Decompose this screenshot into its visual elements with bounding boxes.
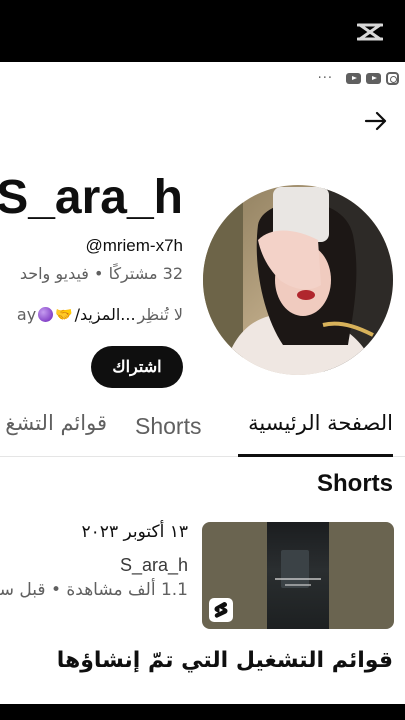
short-frame-caption — [275, 578, 321, 580]
short-date: ١٣ أكتوبر ٢٠٢٣ — [81, 522, 188, 542]
instagram-icon[interactable] — [386, 71, 399, 85]
short-meta: 1.1 ألف مشاهدة • قبل سـ — [0, 580, 188, 600]
avatar-photo — [203, 185, 393, 375]
channel-avatar[interactable] — [203, 185, 393, 375]
youtube-icon[interactable] — [346, 72, 361, 84]
short-frame-caption-2 — [285, 584, 311, 586]
channel-name: S_ara_h — [0, 171, 183, 224]
channel-tabs: الصفحة الرئيسية Shorts قوائم التشغ — [0, 403, 405, 457]
short-frame-image — [281, 550, 309, 588]
channel-handle: @mriem-x7h — [85, 236, 183, 255]
handshake-emoji: 🤝 — [55, 306, 73, 323]
playlists-section-title: قوائم التشغيل التي تمّ إنشاؤها — [56, 648, 393, 673]
youtube-channel-page: ··· S_ara_h @mriem-x7h 32 مشتركًا • فيدي… — [0, 0, 405, 720]
bio-more-link[interactable]: ...المزيد/ — [75, 305, 136, 324]
channel-stats: 32 مشتركًا • فيديو واحد — [19, 264, 183, 283]
capcut-icon[interactable] — [357, 22, 383, 42]
tab-playlists[interactable]: قوائم التشغ — [5, 411, 107, 435]
bio-prefix: لا تُنظِر — [137, 305, 183, 324]
bottom-black-bar — [0, 704, 405, 720]
link-icons-row: ··· — [318, 68, 399, 88]
channel-bio[interactable]: لا تُنظِر ...المزيد/ 🤝 ay — [17, 305, 183, 324]
tab-home[interactable]: الصفحة الرئيسية — [248, 411, 393, 435]
shorts-section-title: Shorts — [316, 470, 393, 497]
top-black-bar — [0, 0, 405, 62]
short-title[interactable]: S_ara_h — [120, 555, 188, 576]
short-thumbnail[interactable] — [202, 522, 394, 629]
bio-suffix: ay — [16, 305, 37, 324]
shorts-logo-icon — [209, 598, 233, 622]
tab-shorts[interactable]: Shorts — [135, 413, 201, 440]
purple-ball-emoji — [38, 307, 54, 322]
subscribe-button[interactable]: اشتراك — [91, 346, 183, 388]
more-links-dots[interactable]: ··· — [318, 71, 333, 86]
arrow-right-icon[interactable] — [363, 108, 389, 134]
short-video-frame — [267, 522, 329, 629]
active-tab-indicator — [238, 454, 393, 457]
youtube-icon[interactable] — [366, 72, 381, 84]
